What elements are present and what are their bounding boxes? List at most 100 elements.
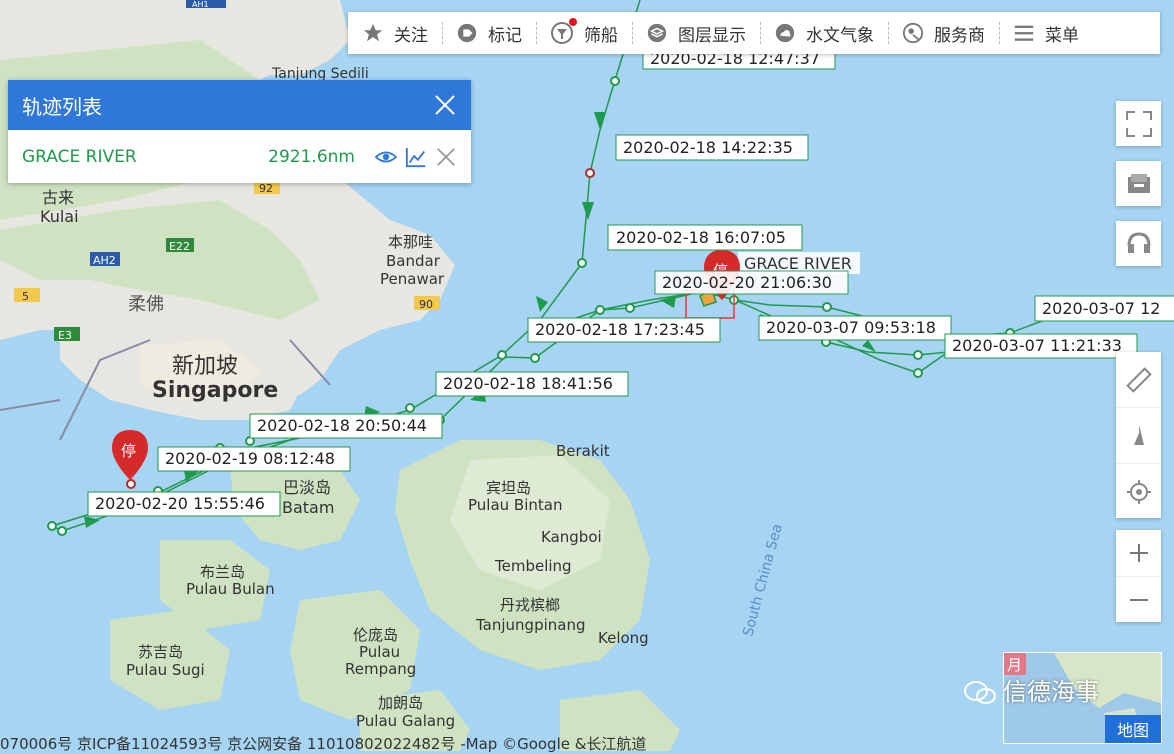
locate-icon: [1126, 479, 1151, 504]
tool-group: [1116, 352, 1161, 518]
service-provider-button[interactable]: 服务商: [888, 12, 999, 54]
timestamp-label: 2020-02-18 16:07:05: [616, 228, 786, 247]
zoom-in-button[interactable]: [1116, 530, 1161, 577]
place-label: 新加坡: [172, 354, 238, 379]
timestamp-label: 2020-03-07 12: [1042, 299, 1160, 318]
plus-icon: [1129, 544, 1148, 562]
timestamp-label: 2020-03-07 09:53:18: [766, 318, 936, 337]
service-headset-button[interactable]: [1116, 221, 1161, 266]
place-label: 柔佛: [128, 294, 164, 315]
road-shield: E3: [58, 329, 72, 342]
chart-icon[interactable]: [405, 146, 427, 168]
timestamp-label: 2020-02-20 15:55:46: [95, 494, 265, 513]
place-label: Pulau Bulan: [186, 580, 275, 598]
wechat-icon: [964, 681, 996, 704]
place-label: Rempang: [345, 660, 416, 678]
place-label: 巴淡岛: [283, 478, 331, 497]
filter-ships-label: 筛船: [584, 25, 618, 46]
fullscreen-icon: [1125, 110, 1152, 137]
road-shield: 5: [22, 290, 29, 303]
place-label: 本那哇: [388, 233, 433, 251]
footer-text: 070006号 京ICP备11024593号 京公网安备 11010802022…: [0, 735, 647, 753]
road-shield: 92: [259, 182, 273, 195]
follow-label: 关注: [394, 25, 428, 46]
road-shield: AH2: [93, 254, 116, 267]
fullscreen-button[interactable]: [1116, 101, 1161, 146]
timestamp-label: 2020-02-19 08:12:48: [165, 449, 335, 468]
minimap-label: 地图: [1104, 715, 1161, 743]
eye-icon[interactable]: [375, 146, 397, 168]
track-row[interactable]: GRACE RIVER 2921.6nm: [8, 130, 471, 183]
place-label: Pulau Bintan: [468, 496, 562, 514]
road-shield: 90: [419, 298, 433, 311]
ruler-icon: [1125, 366, 1152, 393]
inbox-icon: [1127, 173, 1150, 193]
road-shield: AH1: [192, 0, 209, 9]
place-label: 伦庞岛: [353, 626, 398, 644]
timestamp-label: 2020-03-07 11:21:33: [952, 336, 1122, 355]
panel-title: 轨迹列表: [22, 94, 102, 119]
zoom-controls: [1116, 530, 1161, 622]
place-label: Pulau: [359, 643, 400, 661]
top-toolbar: 关注 标记 筛船 图层显示 水文气象 服务商 菜单: [348, 12, 1160, 54]
measure-icon: [1133, 424, 1144, 445]
watermark-text: 信德海事: [1003, 678, 1099, 706]
track-list-panel: 轨迹列表 GRACE RIVER 2921.6nm: [8, 80, 471, 183]
place-label: Berakit: [556, 442, 610, 460]
filter-active-badge: [569, 18, 577, 26]
place-label: Tanjungpinang: [475, 616, 586, 634]
place-label: Pulau Sugi: [126, 661, 205, 679]
place-label: Kangboi: [541, 528, 602, 546]
mark-button[interactable]: 标记: [442, 12, 536, 54]
service-provider-label: 服务商: [934, 25, 985, 46]
mark-label: 标记: [488, 25, 522, 46]
watermark: 信德海事: [963, 672, 1099, 707]
copyright-footer: 070006号 京ICP备11024593号 京公网安备 11010802022…: [0, 733, 1000, 753]
place-label: Tembeling: [494, 557, 572, 575]
ship-name-label: GRACE RIVER: [744, 254, 852, 273]
tag-icon: [457, 23, 477, 43]
panel-header: 轨迹列表: [8, 80, 471, 130]
minus-icon: [1129, 599, 1148, 601]
svg-text:停: 停: [121, 442, 136, 460]
weather-label: 水文气象: [806, 25, 874, 46]
place-label: Kulai: [40, 207, 79, 226]
ruler-button[interactable]: [1116, 352, 1161, 408]
place-label: 古来: [42, 188, 74, 207]
timestamp-label: 2020-02-18 20:50:44: [257, 416, 427, 435]
star-icon: [363, 23, 383, 42]
layers-button[interactable]: 图层显示: [632, 12, 760, 54]
timestamp-label: 2020-02-20 21:06:30: [662, 273, 832, 292]
message-button[interactable]: [1116, 161, 1161, 206]
place-label: Pulau Galang: [356, 712, 455, 730]
timestamp-label: 2020-02-18 17:23:45: [535, 320, 705, 339]
layers-label: 图层显示: [678, 25, 746, 46]
place-label: Kelong: [598, 629, 649, 647]
follow-button[interactable]: 关注: [348, 12, 442, 54]
headset-icon: [1127, 231, 1150, 253]
filter-ships-button[interactable]: 筛船: [536, 12, 632, 54]
place-label: Batam: [282, 498, 334, 517]
locate-button[interactable]: [1116, 464, 1161, 519]
weather-icon: [775, 23, 795, 43]
place-label: Penawar: [380, 270, 445, 288]
remove-icon[interactable]: [435, 146, 457, 168]
place-label: 加朗岛: [378, 694, 423, 712]
place-label: Bandar: [386, 252, 441, 270]
area-measure-button[interactable]: [1116, 408, 1161, 464]
menu-button[interactable]: 菜单: [999, 12, 1093, 54]
road-shield: E22: [169, 240, 190, 253]
weather-button[interactable]: 水文气象: [760, 12, 888, 54]
close-icon[interactable]: [433, 93, 457, 117]
layers-icon: [647, 23, 667, 43]
place-label: 宾坦岛: [486, 479, 531, 497]
place-label: 布兰岛: [200, 563, 245, 581]
timestamp-label: 2020-02-18 18:41:56: [443, 374, 613, 393]
place-label: 丹戎槟榔: [500, 596, 560, 614]
zoom-out-button[interactable]: [1116, 577, 1161, 623]
timestamp-label: 2020-02-18 14:22:35: [623, 138, 793, 157]
track-distance: 2921.6nm: [268, 146, 355, 167]
menu-icon: [1014, 25, 1034, 41]
track-ship-name[interactable]: GRACE RIVER: [22, 147, 268, 167]
place-label: Singapore: [152, 378, 278, 403]
